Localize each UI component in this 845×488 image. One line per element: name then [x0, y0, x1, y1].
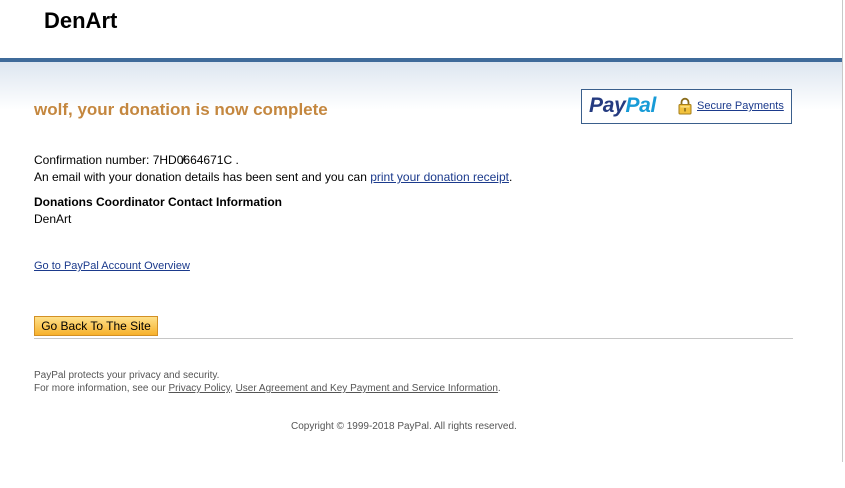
paypal-logo-pal: Pal: [625, 94, 657, 117]
site-title: DenArt: [44, 8, 118, 33]
footer-divider: [34, 338, 793, 339]
paypal-secure-badge: PayPal Secure Payments: [581, 89, 792, 124]
confirmation-end: .: [232, 153, 239, 167]
go-back-button[interactable]: Go Back To The Site: [34, 316, 158, 336]
user-agreement-link[interactable]: User Agreement and Key Payment and Servi…: [236, 383, 498, 394]
site-header: DenArt: [0, 0, 842, 58]
account-overview-link[interactable]: Go to PayPal Account Overview: [34, 260, 190, 272]
confirmation-label: Confirmation number:: [34, 153, 153, 167]
footer-period: .: [497, 383, 501, 394]
email-text: An email with your donation details has …: [34, 170, 371, 184]
paypal-logo-pay: Pay: [589, 94, 626, 117]
page-right-border: [842, 0, 843, 462]
page-title: wolf, your donation is now complete: [34, 100, 328, 119]
contact-info-heading: Donations Coordinator Contact Informatio…: [34, 195, 282, 209]
page: DenArt wolf, your donation is now comple…: [0, 0, 845, 488]
confirmation-number: 7HD0̸664671C: [152, 153, 233, 167]
email-end: .: [508, 170, 513, 184]
print-receipt-link[interactable]: print your donation receipt: [370, 170, 509, 184]
more-info-line: For more information, see our Privacy Po…: [34, 383, 501, 394]
secure-payments-link[interactable]: Secure Payments: [697, 100, 784, 112]
more-info-text: For more information, see our: [34, 383, 169, 394]
paypal-logo: PayPal: [589, 94, 656, 118]
confirmation-line: Confirmation number: 7HD0̸664671C .: [34, 153, 239, 167]
copyright: Copyright © 1999-2018 PayPal. All rights…: [291, 421, 517, 432]
contact-name: DenArt: [34, 212, 72, 226]
privacy-notice: PayPal protects your privacy and securit…: [34, 370, 220, 381]
email-notice: An email with your donation details has …: [34, 170, 512, 184]
padlock-icon: [678, 97, 692, 115]
privacy-policy-link[interactable]: Privacy Policy: [169, 383, 231, 394]
